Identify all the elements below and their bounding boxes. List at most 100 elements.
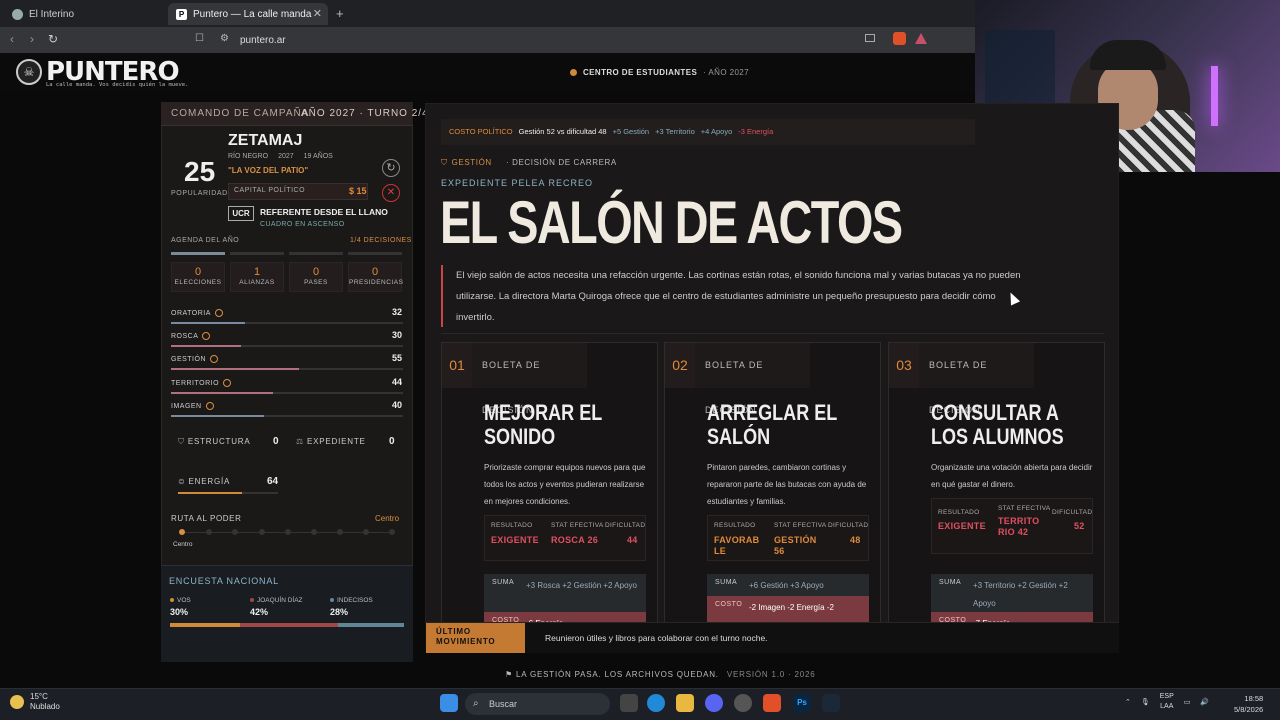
brave-shield-icon[interactable] xyxy=(893,32,906,45)
info-icon[interactable] xyxy=(202,332,211,340)
tab-el-interino[interactable]: El Interino xyxy=(4,3,164,25)
difficulty-value: 52 xyxy=(1074,521,1085,531)
weather-widget[interactable]: 15°C Nublado xyxy=(10,692,60,712)
network-icon[interactable]: ▭ xyxy=(1184,698,1191,706)
role-label: REFERENTE DESDE EL LLANO xyxy=(260,207,388,217)
attribute-value: 55 xyxy=(391,353,402,363)
decision-card-3[interactable]: 03 BOLETA DE DECISIÓN CONSULTAR A LOS AL… xyxy=(888,342,1105,632)
photoshop-icon[interactable]: Ps xyxy=(793,694,811,712)
github-icon[interactable] xyxy=(734,694,752,712)
discord-icon[interactable] xyxy=(705,694,723,712)
stat-elecciones: 0 ELECCIONES xyxy=(171,262,225,292)
character-name: ZETAMAJ xyxy=(228,132,303,149)
tab-puntero[interactable]: P Puntero — La calle manda ✕ xyxy=(168,3,328,25)
agenda-progress-segment xyxy=(171,252,225,255)
back-icon[interactable]: ‹ xyxy=(10,32,14,46)
info-icon[interactable] xyxy=(205,402,214,410)
sum-values: +3 Territorio +2 Gestión +2 Apoyo xyxy=(973,581,1068,608)
attribute-rosca[interactable]: ROSCA 30 xyxy=(171,330,403,352)
cast-icon[interactable] xyxy=(865,34,875,42)
attribute-fill xyxy=(171,368,299,370)
info-icon[interactable] xyxy=(214,309,223,317)
context-header: CENTRO DE ESTUDIANTES · AÑO 2027 xyxy=(570,68,749,77)
attribute-gestion[interactable]: GESTIÓN 55 xyxy=(171,353,403,375)
ruta-step[interactable] xyxy=(311,529,317,535)
legend-dot xyxy=(330,598,334,603)
taskbar-search[interactable]: Buscar xyxy=(465,693,610,715)
capital-label: CAPITAL POLÍTICO xyxy=(234,187,306,194)
start-icon[interactable] xyxy=(440,694,458,712)
ruta-step[interactable] xyxy=(389,529,395,535)
encuesta-bar-segment xyxy=(338,623,404,627)
category-label: ⛉ GESTIÓN xyxy=(441,158,492,168)
restart-icon[interactable]: ↻ xyxy=(382,159,400,177)
encuesta-bar xyxy=(170,623,404,627)
sum-label: SUMA xyxy=(492,579,515,586)
chevron-up-icon[interactable]: ⌃ xyxy=(1125,698,1131,706)
info-icon[interactable] xyxy=(210,355,219,363)
card-title: CONSULTAR A LOS ALUMNOS xyxy=(931,400,1064,449)
webcam-lamp xyxy=(1211,66,1218,126)
file-explorer-icon[interactable] xyxy=(676,694,694,712)
card-title: ARREGLAR EL SALÓN xyxy=(707,400,837,449)
agenda-progress-segment xyxy=(289,252,343,255)
attribute-imagen[interactable]: IMAGEN 40 xyxy=(171,400,403,422)
puntero-favicon-icon: P xyxy=(176,8,187,20)
decision-card-1[interactable]: 01 BOLETA DE DECISIÓN MEJORAR EL SONIDO … xyxy=(441,342,658,632)
brave-icon[interactable] xyxy=(763,694,781,712)
attribute-name: TERRITORIO xyxy=(171,379,220,387)
flag-icon: ⚑ xyxy=(505,670,516,679)
energia-label: ENERGÍA xyxy=(188,477,231,486)
page-footer: ⚑ LA GESTIÓN PASA. LOS ARCHIVOS QUEDAN. V… xyxy=(505,670,816,679)
attribute-oratoria[interactable]: ORATORIA 32 xyxy=(171,307,403,329)
bookmark-icon[interactable]: ☐ xyxy=(195,33,204,44)
character-quote: "LA VOZ DEL PATIO" xyxy=(228,166,309,175)
brave-rewards-icon[interactable] xyxy=(915,33,927,44)
encuesta-vos: VOS 30% xyxy=(170,597,191,617)
close-tab-icon[interactable]: ✕ xyxy=(313,7,322,20)
encuesta-value: 42% xyxy=(250,607,269,617)
attribute-value: 30 xyxy=(391,330,402,340)
reload-icon[interactable]: ↻ xyxy=(48,32,58,46)
year-label: · AÑO 2027 xyxy=(703,68,749,77)
ruta-step[interactable] xyxy=(285,529,291,535)
language-indicator[interactable]: ESP LAA xyxy=(1160,692,1174,712)
card-tab: BOLETA DE DECISIÓN xyxy=(919,343,1034,415)
stat-label: PRESIDENCIAS xyxy=(349,279,404,286)
volume-icon[interactable]: 🔊 xyxy=(1200,698,1209,706)
attribute-value: 32 xyxy=(391,307,402,317)
clock[interactable]: 18:58 5/8/2026 xyxy=(1234,693,1263,715)
task-view-icon[interactable] xyxy=(620,694,638,712)
ruta-step[interactable] xyxy=(206,529,212,535)
url-input[interactable]: puntero.ar xyxy=(240,35,286,46)
encuesta-name: INDECISOS xyxy=(337,597,373,604)
new-tab-button[interactable]: + xyxy=(336,6,344,21)
mic-icon[interactable]: 🎙 xyxy=(1141,698,1150,706)
forward-icon[interactable]: › xyxy=(30,32,34,46)
age: 19 AÑOS xyxy=(303,153,333,160)
result-label: RESULTADO xyxy=(491,522,533,529)
stat-value: ROSCA 26 xyxy=(551,535,599,545)
sum-label: SUMA xyxy=(715,579,738,586)
card-description: Organizaste una votación abierta para de… xyxy=(931,463,1093,489)
cost-detail: Gestión 52 vs dificultad 48 xyxy=(518,127,607,136)
attribute-value: 40 xyxy=(391,400,402,410)
ruta-selected-label: Centro xyxy=(173,541,193,548)
close-icon[interactable]: ✕ xyxy=(382,184,400,202)
ruta-step[interactable] xyxy=(232,529,238,535)
attribute-fill xyxy=(171,322,245,324)
decision-card-2[interactable]: 02 BOLETA DE DECISIÓN ARREGLAR EL SALÓN … xyxy=(664,342,881,632)
site-info-icon[interactable]: ⚙ xyxy=(220,33,229,44)
ruta-step[interactable] xyxy=(363,529,369,535)
sum-values: +6 Gestión +3 Apoyo xyxy=(749,581,824,590)
info-icon[interactable] xyxy=(223,379,232,387)
attribute-territorio[interactable]: TERRITORIO 44 xyxy=(171,377,403,399)
ruta-step[interactable] xyxy=(337,529,343,535)
ruta-step-active[interactable] xyxy=(179,529,185,535)
card-stats: RESULTADO EXIGENTE STAT EFECTIVA TERRITO… xyxy=(931,498,1093,554)
ruta-step[interactable] xyxy=(259,529,265,535)
edge-icon[interactable] xyxy=(647,694,665,712)
tab-label: Puntero — La calle manda xyxy=(193,8,312,20)
province: RÍO NEGRO xyxy=(228,153,269,160)
steam-icon[interactable] xyxy=(822,694,840,712)
